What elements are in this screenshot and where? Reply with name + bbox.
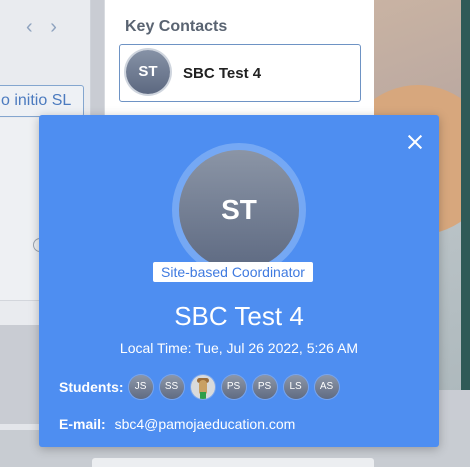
popup-contact-name: SBC Test 4	[174, 301, 304, 331]
students-label: Students:	[59, 379, 124, 395]
avatar: ST	[179, 150, 299, 270]
background-strip	[92, 458, 374, 467]
student-avatar[interactable]: PS	[221, 375, 246, 399]
students-row: Students: JS SS PS PS LS AS	[59, 374, 346, 400]
close-icon[interactable]	[405, 132, 425, 152]
nav-arrows: ‹ ›	[26, 16, 69, 39]
student-avatar[interactable]: JS	[128, 375, 153, 399]
email-value[interactable]: sbc4@pamojaeducation.com	[115, 416, 296, 432]
background-stripe	[461, 0, 470, 390]
email-label: E-mail:	[59, 416, 106, 432]
student-avatar[interactable]: AS	[314, 375, 339, 399]
contact-popup: ST Site-based Coordinator SBC Test 4 Loc…	[39, 115, 439, 447]
key-contact-card[interactable]: ST SBC Test 4	[119, 44, 361, 102]
local-time: Local Time: Tue, Jul 26 2022, 5:26 AM	[119, 340, 359, 356]
giraffe-photo-icon[interactable]	[190, 375, 215, 399]
contact-name: SBC Test 4	[183, 65, 262, 82]
student-avatar[interactable]: PS	[252, 375, 277, 399]
avatar: ST	[126, 50, 170, 94]
key-contacts-title: Key Contacts	[125, 18, 228, 35]
student-avatar[interactable]: LS	[283, 375, 308, 399]
role-badge: Site-based Coordinator	[153, 262, 313, 282]
chevron-right-icon[interactable]: ›	[50, 16, 57, 38]
student-avatar[interactable]: SS	[159, 375, 184, 399]
avatar-ring: ST	[172, 143, 306, 277]
key-contacts-panel: Key Contacts ST SBC Test 4	[104, 0, 374, 125]
chevron-left-icon[interactable]: ‹	[26, 16, 33, 38]
email-row: E-mail: sbc4@pamojaeducation.com	[59, 416, 295, 432]
background-field[interactable]: o initio SL	[0, 85, 84, 117]
